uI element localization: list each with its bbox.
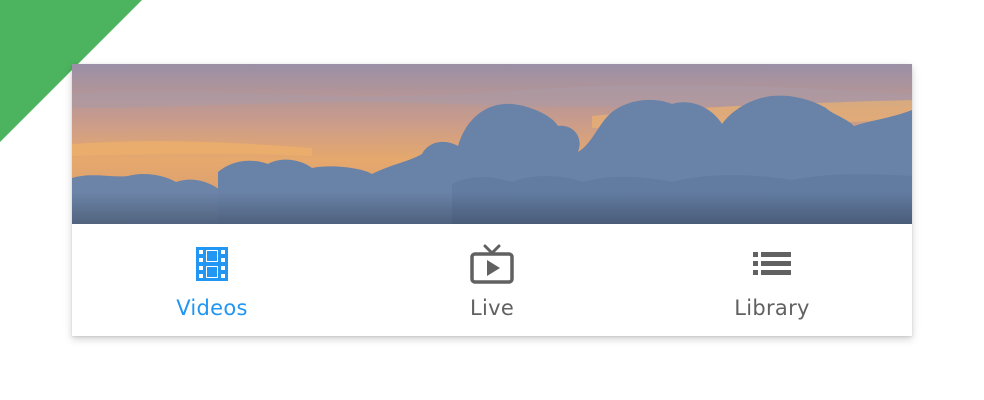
nav-label-live: Live — [469, 296, 515, 320]
list-icon — [748, 242, 796, 286]
nav-item-library[interactable]: Library — [632, 224, 912, 336]
bottom-navigation: Videos Live Library — [72, 224, 912, 336]
nav-label-library: Library — [734, 296, 810, 320]
header-image — [72, 64, 912, 224]
live-tv-icon — [468, 242, 516, 286]
nav-item-videos[interactable]: Videos — [72, 224, 352, 336]
film-strip-icon — [188, 242, 236, 286]
app-card: Videos Live Library — [72, 64, 912, 336]
nav-label-videos: Videos — [176, 296, 248, 320]
nav-item-live[interactable]: Live — [352, 224, 632, 336]
